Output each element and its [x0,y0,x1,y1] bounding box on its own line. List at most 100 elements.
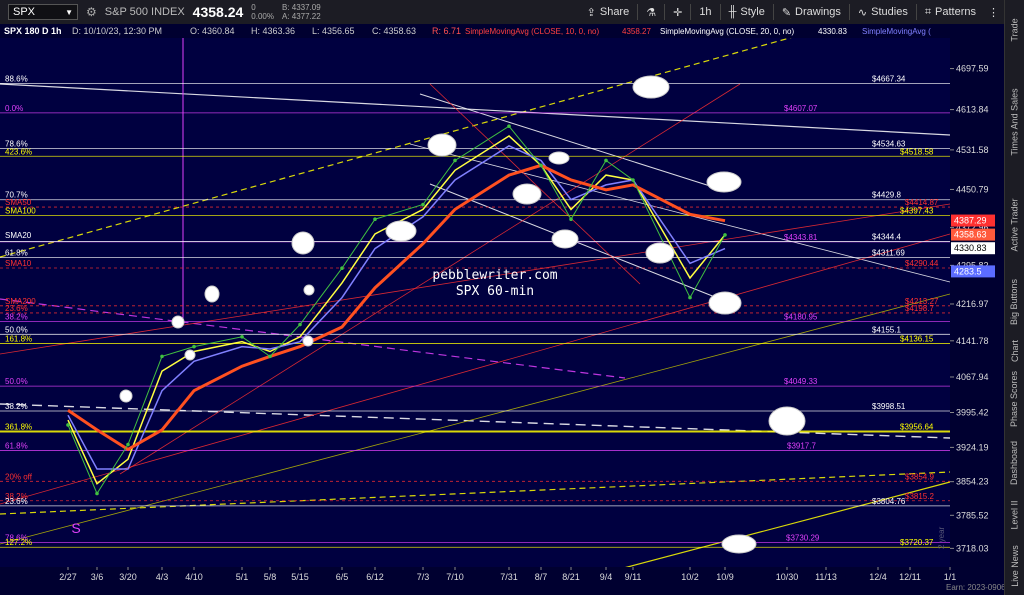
change-block: 0 0.00% [247,0,278,24]
price-point [192,344,196,349]
right-nav-label: Big Buttons [1009,278,1020,326]
price-badge-label: 4358.63 [954,230,987,240]
patterns-button[interactable]: ⌗ Patterns [919,1,982,23]
annotation-ellipse [171,315,185,329]
left-label: 38.2% [5,313,28,322]
info-study2-value: 4330.83 [818,27,847,36]
style-icon: ╫ [728,6,737,18]
annotation-ellipse [548,151,570,165]
price-point [688,295,692,300]
price-chart[interactable]: 88.6%0.0%78.6%423.6%70.7%SMA50SMA100SMA2… [0,24,1005,595]
level-label: $4344.4 [872,233,901,242]
studies-label: Studies [871,6,908,18]
info-date: D: 10/10/23, 12:30 PM [72,26,162,36]
x-tick-label: 6/5 [336,572,349,582]
crosshair-button[interactable]: ✛ [667,1,688,23]
y-tick-label: 3854.23 [956,477,989,487]
annotation-ellipse [706,171,742,193]
x-tick-label: 1/1 [944,572,957,582]
right-nav-chart[interactable]: Chart [1005,338,1024,364]
level-label: $4397.43 [900,207,934,216]
drawings-label: Drawings [795,6,841,18]
right-nav-times-and-sales[interactable]: Times And Sales [1005,64,1024,180]
y-tick-label: 4450.79 [956,184,989,194]
right-nav-label: Level II [1009,500,1020,530]
x-tick-label: 2/27 [59,572,77,582]
settings-icon[interactable]: ⚙ [82,0,101,24]
change-value: 0 [251,3,256,12]
right-nav-dashboard[interactable]: Dashboard [1005,436,1024,490]
annotation-ellipse [721,534,757,554]
symbol-input[interactable]: SPX ▼ [8,4,78,20]
y-tick-label: 4216.97 [956,299,989,309]
level-label: $4343.81 [784,233,818,242]
annotation-ellipse [645,242,675,264]
right-nav-label: Live News [1009,545,1020,587]
symbol-value: SPX [13,6,36,18]
corner-note: 2 year [937,526,946,549]
x-tick-label: 6/12 [366,572,384,582]
price-badges: 4387.29 4358.63 4330.83 4283.5 [951,214,995,278]
ask-value: A: 4377.22 [281,12,321,21]
right-nav-live-news[interactable]: Live News [1005,540,1024,592]
y-tick-label: 4697.59 [956,64,989,74]
price-point [631,178,635,182]
right-nav-label: Chart [1009,339,1020,363]
crosshair-icon: ✛ [673,6,683,19]
right-nav-trade[interactable]: Trade [1005,0,1024,60]
price-point [66,423,70,427]
right-nav-phase-scores[interactable]: Phase Scores [1005,366,1024,432]
info-study1: SimpleMovingAvg (CLOSE, 10, 0, no) [465,27,599,36]
info-range: R: 6.71 [432,26,461,36]
share-button[interactable]: ⇪ Share [581,1,636,23]
drawings-icon: ✎ [781,6,792,19]
price-point [95,491,99,496]
right-nav-label: Dashboard [1009,440,1020,486]
price-point [126,442,130,447]
info-high: H: 4363.36 [251,26,295,36]
level-label: $3854.9 [905,472,934,481]
annotation-ellipse [551,229,579,249]
more-button[interactable]: ⋮ [982,1,1005,23]
share-label: Share [599,6,630,18]
flask-button[interactable]: ⚗ [640,1,662,23]
price-point [723,233,727,237]
price-point [421,202,425,207]
x-tick-label: 10/2 [681,572,699,582]
y-tick-label: 4141.78 [956,336,989,346]
x-tick-label: 9/4 [600,572,613,582]
left-label: SMA20 [5,231,32,240]
studies-button[interactable]: ∿ Studies [852,1,914,23]
left-label: 423.6% [5,147,32,156]
patterns-icon: ⌗ [924,5,932,18]
x-tick-label: 7/3 [417,572,430,582]
x-axis[interactable] [0,567,950,595]
level-label: $4607.07 [784,104,818,113]
annotation-ellipse [512,183,542,205]
level-label: $3815.2 [905,492,934,501]
separator [915,4,917,20]
style-button[interactable]: ╫ Style [723,1,771,23]
x-tick-label: 9/11 [625,572,642,582]
level-label: $3720.37 [900,538,934,547]
right-nav-level-ii[interactable]: Level II [1005,494,1024,536]
x-tick-label: 4/10 [185,572,203,582]
drawings-button[interactable]: ✎ Drawings [776,1,847,23]
price-point [569,217,573,222]
right-nav-big-buttons[interactable]: Big Buttons [1005,270,1024,334]
x-tick-label: 11/13 [815,572,837,582]
right-nav-active-trader[interactable]: Active Trader [1005,184,1024,266]
watermark-line2: SPX 60-min [456,284,534,299]
dropdown-icon[interactable]: ▼ [65,8,73,17]
price-point [298,322,302,327]
level-label: $4155.1 [872,325,901,334]
timeframe-button[interactable]: 1h [693,1,717,23]
level-label: $3730.29 [786,533,820,542]
level-label: $4180.95 [784,313,818,322]
y-tick-label: 3995.42 [956,408,989,418]
left-label: 0.0% [5,104,23,113]
level-label: $4049.33 [784,377,818,386]
x-tick-label: 4/3 [156,572,169,582]
level-label: $4518.58 [900,147,934,156]
separator [772,4,774,20]
